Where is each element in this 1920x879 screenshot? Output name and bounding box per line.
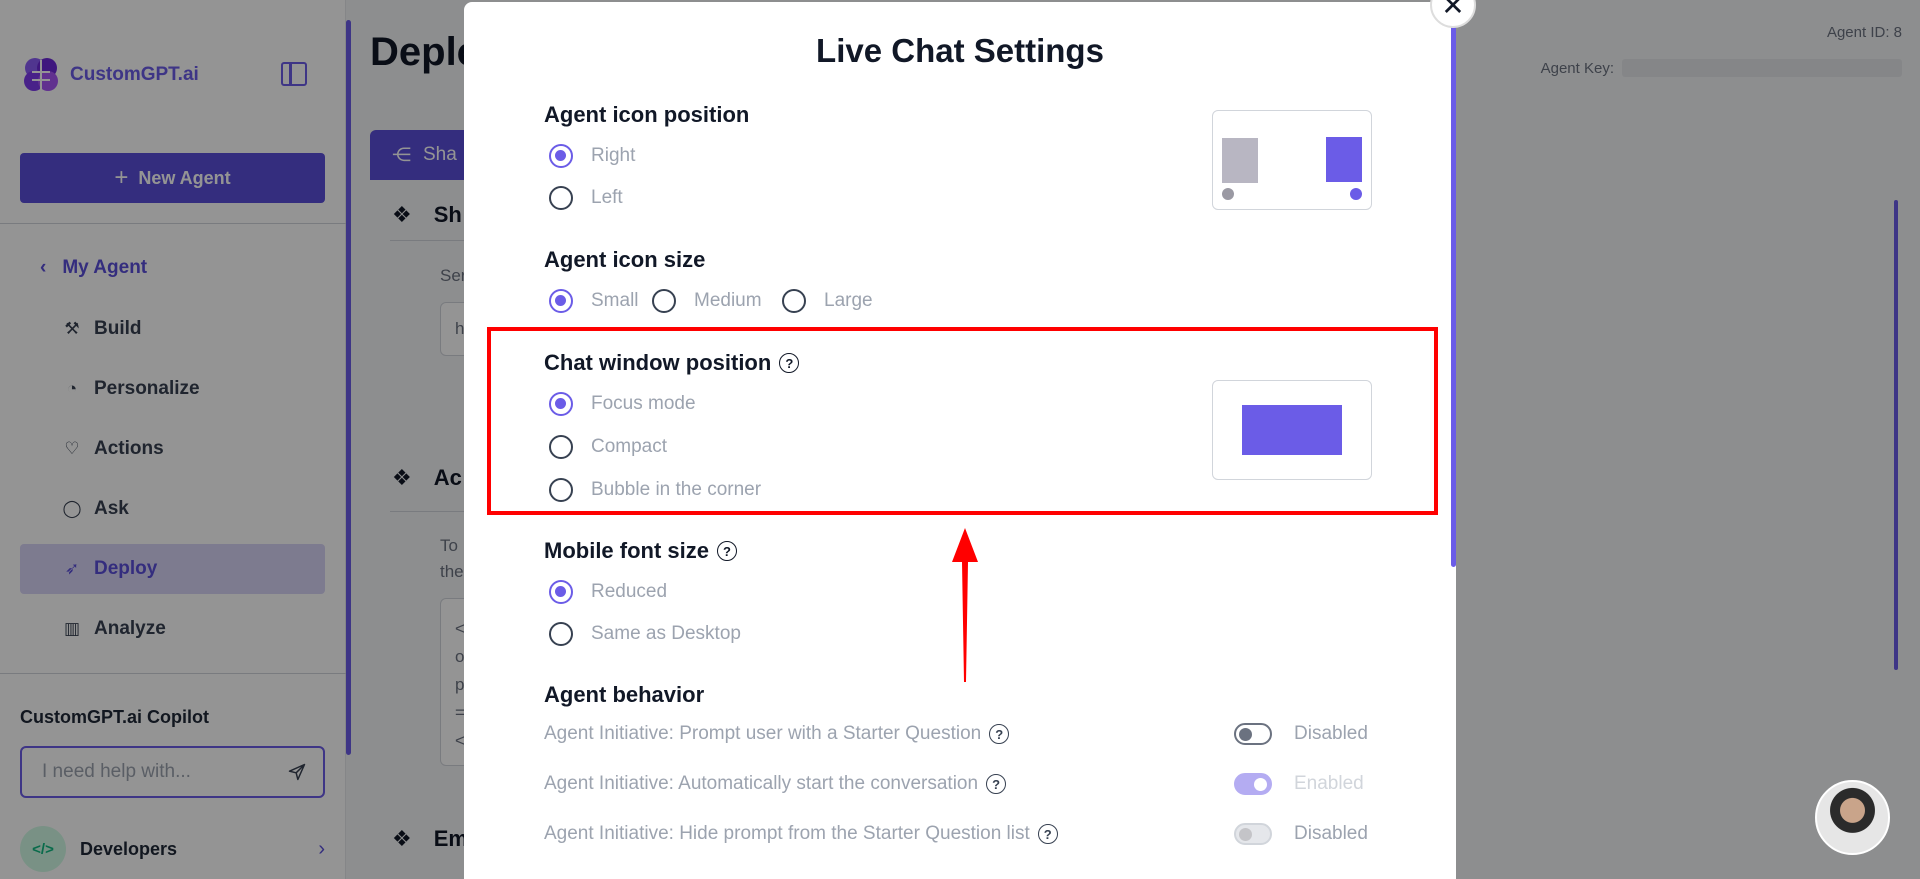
mobile-font-title: Mobile font size ? xyxy=(544,538,737,564)
radio-mobile-font-same[interactable]: Same as Desktop xyxy=(549,622,741,646)
behavior-label: Agent Initiative: Automatically start th… xyxy=(544,773,1234,795)
toggle-state: Disabled xyxy=(1294,723,1368,744)
behavior-label-text: Agent Initiative: Prompt user with a Sta… xyxy=(544,723,982,744)
radio-icon-size-small[interactable]: Small xyxy=(549,289,639,313)
highlight-box xyxy=(487,327,1438,515)
radio-circle[interactable] xyxy=(549,622,573,646)
icon-position-title: Agent icon position xyxy=(544,102,750,127)
behavior-row-starter-question: Agent Initiative: Prompt user with a Sta… xyxy=(544,723,1394,745)
live-chat-settings-modal: Live Chat Settings Agent icon position R… xyxy=(464,2,1456,879)
radio-label: Medium xyxy=(694,290,762,311)
toggle-switch[interactable] xyxy=(1234,723,1272,745)
radio-label: Small xyxy=(591,290,639,311)
radio-circle-selected[interactable] xyxy=(549,289,573,313)
preview-window-right xyxy=(1326,137,1362,182)
toggle-switch[interactable] xyxy=(1234,773,1272,795)
close-icon: ✕ xyxy=(1441,0,1465,21)
icon-size-title: Agent icon size xyxy=(544,247,706,272)
behavior-title: Agent behavior xyxy=(544,682,705,707)
radio-circle[interactable] xyxy=(782,289,806,313)
behavior-label: Agent Initiative: Prompt user with a Sta… xyxy=(544,723,1234,745)
radio-circle-selected[interactable] xyxy=(549,580,573,604)
radio-label: Same as Desktop xyxy=(591,623,741,644)
help-icon[interactable]: ? xyxy=(1037,824,1058,844)
behavior-label-text: Agent Initiative: Hide prompt from the S… xyxy=(544,823,1030,844)
modal-title: Live Chat Settings xyxy=(816,32,1104,69)
arrow-up-icon xyxy=(952,528,978,682)
behavior-row-auto-start: Agent Initiative: Automatically start th… xyxy=(544,773,1394,795)
mobile-font-title-text: Mobile font size xyxy=(544,538,709,563)
toggle-switch[interactable] xyxy=(1234,823,1272,845)
behavior-row-hide-prompt: Agent Initiative: Hide prompt from the S… xyxy=(544,823,1394,845)
help-icon[interactable]: ? xyxy=(717,541,737,561)
radio-icon-position-left[interactable]: Left xyxy=(549,186,623,210)
radio-circle-selected[interactable] xyxy=(549,144,573,168)
behavior-label: Agent Initiative: Hide prompt from the S… xyxy=(544,823,1234,845)
radio-label: Reduced xyxy=(591,581,668,602)
help-icon[interactable]: ? xyxy=(989,724,1010,744)
toggle-state: Enabled xyxy=(1294,773,1364,794)
radio-mobile-font-reduced[interactable]: Reduced xyxy=(549,580,667,604)
preview-icon-left xyxy=(1222,188,1234,200)
radio-icon-size-medium[interactable]: Medium xyxy=(652,289,762,313)
radio-circle[interactable] xyxy=(549,186,573,210)
preview-window-left xyxy=(1222,138,1258,183)
icon-position-preview xyxy=(1212,110,1372,210)
live-chat-avatar[interactable] xyxy=(1815,780,1890,855)
toggle-state: Disabled xyxy=(1294,823,1368,844)
modal-scrollbar[interactable] xyxy=(1451,24,1456,567)
preview-icon-right xyxy=(1350,188,1362,200)
radio-circle[interactable] xyxy=(652,289,676,313)
radio-icon-size-large[interactable]: Large xyxy=(782,289,873,313)
help-icon[interactable]: ? xyxy=(986,774,1007,794)
behavior-label-text: Agent Initiative: Automatically start th… xyxy=(544,773,979,794)
radio-label: Right xyxy=(591,145,636,166)
radio-label: Large xyxy=(824,290,873,311)
radio-label: Left xyxy=(591,187,623,208)
radio-icon-position-right[interactable]: Right xyxy=(549,144,635,168)
